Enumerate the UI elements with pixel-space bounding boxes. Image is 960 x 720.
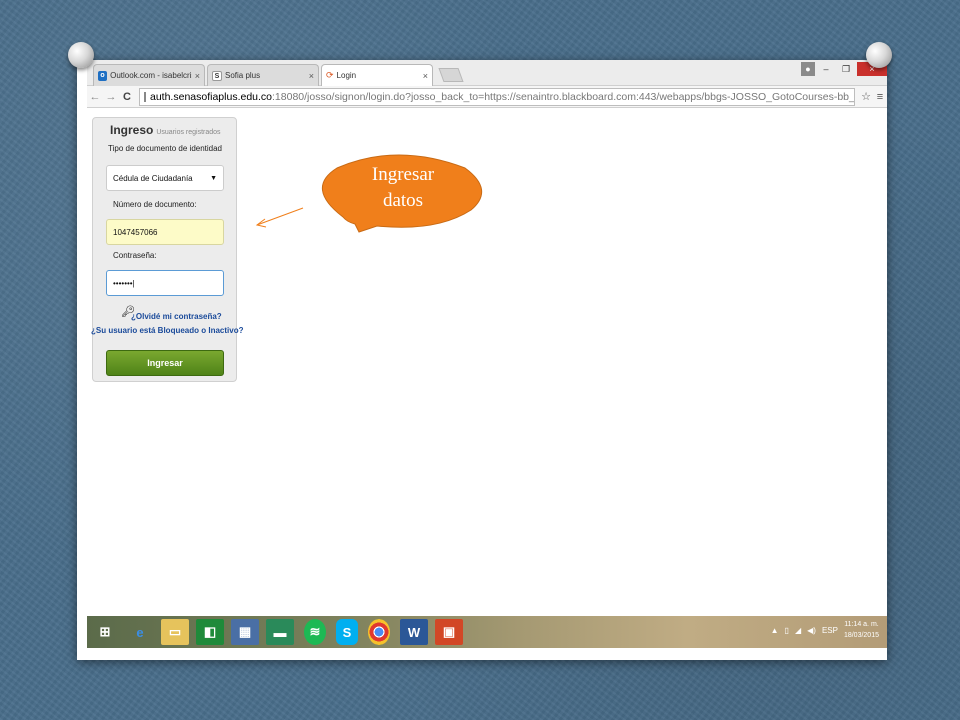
back-icon[interactable]: ← [87, 91, 103, 103]
battery-icon[interactable]: ▯ [785, 626, 789, 635]
internet-explorer-icon[interactable]: e [126, 619, 154, 645]
tray-arrow-icon[interactable]: ▲ [771, 626, 779, 635]
taskbar: ⊞ e ▭ ◧ ▦ ▬ ≋ S W ▣ ▲ ▯ ◢ ◀) ESP 11:14 a… [87, 616, 887, 648]
tab-login[interactable]: ⟳ Login × [321, 64, 433, 86]
bookmark-star-icon[interactable]: ☆ [859, 90, 873, 103]
url-input[interactable]: auth.senasofiaplus.edu.co:18080/josso/si… [139, 87, 855, 106]
tab-title: Sofia plus [225, 71, 261, 80]
minimize-icon[interactable]: – [817, 62, 835, 76]
doc-number-label: Número de documento: [113, 200, 197, 209]
skype-icon[interactable]: S [336, 619, 358, 645]
page-icon [144, 91, 146, 102]
language-indicator[interactable]: ESP [822, 626, 838, 635]
callout-line-2: datos [382, 190, 424, 211]
callout-arrow-line [256, 207, 304, 226]
browser-tab-bar: o Outlook.com - isabelcristi × S Sofia p… [87, 60, 887, 86]
clock[interactable]: 11:14 a. m. 18/03/2015 [844, 619, 879, 641]
blocked-user-link[interactable]: ¿Su usuario está Bloqueado o Inactivo? [91, 326, 243, 335]
system-tray: ▲ ▯ ◢ ◀) ESP 11:14 a. m. 18/03/2015 [771, 619, 879, 641]
spotify-icon[interactable]: ≋ [304, 619, 326, 645]
reload-icon[interactable]: C [119, 91, 135, 103]
user-icon[interactable]: ● [801, 62, 815, 76]
url-domain: auth.senasofiaplus.edu.co [150, 90, 273, 103]
doc-type-value: Cédula de Ciudadanía [113, 173, 193, 183]
password-label: Contraseña: [113, 251, 157, 260]
clock-time: 11:14 a. m. [844, 621, 879, 628]
forward-icon[interactable]: → [103, 91, 119, 103]
callout-text: Ingresar datos [323, 162, 483, 214]
dropdown-arrow-icon: ▼ [210, 174, 217, 182]
address-bar: ← → C auth.senasofiaplus.edu.co:18080/jo… [87, 86, 887, 108]
tab-outlook[interactable]: o Outlook.com - isabelcristi × [93, 64, 205, 86]
tab-title: Outlook.com - isabelcristi [110, 71, 192, 80]
tab-sofia-plus[interactable]: S Sofia plus × [207, 64, 319, 86]
sofia-plus-icon: S [212, 70, 222, 81]
login-panel: Ingreso Usuarios registrados Tipo de docu… [91, 117, 243, 382]
store-icon[interactable]: ◧ [196, 619, 224, 645]
login-subtitle: Usuarios registrados [156, 129, 221, 136]
powerpoint-icon[interactable]: ▣ [435, 619, 463, 645]
windows-start-icon[interactable]: ⊞ [91, 619, 119, 645]
clock-date: 18/03/2015 [843, 632, 879, 639]
doc-type-select[interactable]: Cédula de Ciudadanía ▼ [106, 165, 224, 191]
new-tab-button[interactable] [438, 68, 464, 82]
chrome-icon[interactable] [368, 619, 390, 645]
close-icon[interactable]: × [423, 71, 428, 81]
close-icon[interactable]: × [195, 71, 200, 81]
file-explorer-icon[interactable]: ▭ [161, 619, 189, 645]
control-panel-icon[interactable]: ▦ [231, 619, 259, 645]
pushpin-left [68, 42, 94, 68]
callout-line-1: Ingresar [371, 164, 435, 185]
slide: o Outlook.com - isabelcristi × S Sofia p… [77, 60, 887, 660]
loading-icon: ⟳ [326, 70, 334, 80]
restore-icon[interactable]: ❐ [837, 62, 855, 76]
tab-title: Login [336, 71, 357, 80]
outlook-icon: o [98, 70, 108, 81]
network-icon[interactable]: ◢ [795, 626, 801, 635]
url-path: :18080/josso/signon/login.do?josso_back_… [272, 90, 855, 103]
forgot-password-link[interactable]: ¿Olvidé mi contraseña? [131, 312, 222, 321]
pushpin-right [866, 42, 892, 68]
doc-number-input[interactable]: 1047457066 [106, 219, 224, 245]
password-value: •••••••| [113, 278, 135, 288]
word-icon[interactable]: W [400, 619, 428, 645]
volume-icon[interactable]: ◀) [807, 626, 816, 635]
menu-icon[interactable]: ≡ [873, 91, 887, 103]
close-icon[interactable]: × [309, 71, 314, 81]
submit-button[interactable]: Ingresar [106, 350, 224, 376]
doc-type-label: Tipo de documento de identidad [108, 144, 223, 153]
doc-number-value: 1047457066 [113, 227, 158, 237]
login-title: Ingreso Usuarios registrados [110, 123, 221, 137]
login-heading: Ingreso [110, 123, 154, 137]
password-input[interactable]: •••••••| [106, 270, 224, 296]
app-icon[interactable]: ▬ [266, 619, 294, 645]
